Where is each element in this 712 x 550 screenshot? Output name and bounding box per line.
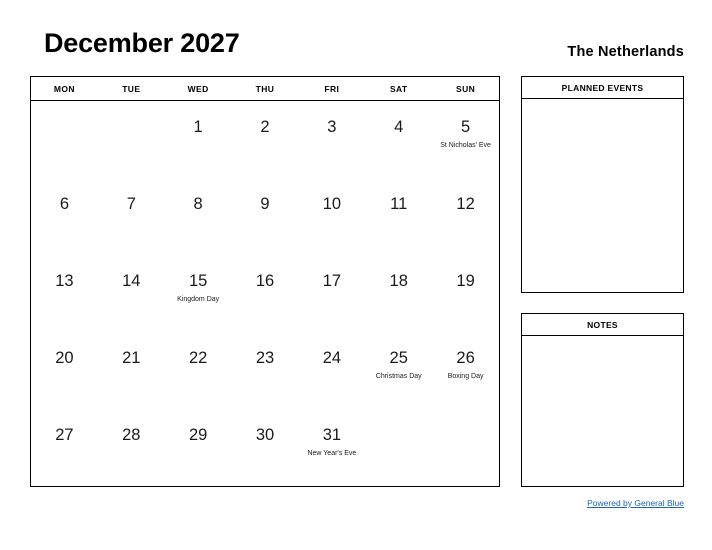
day-number: 15 xyxy=(188,272,208,290)
day-number: 10 xyxy=(322,195,342,213)
day-number: 22 xyxy=(188,349,208,367)
day-number: 23 xyxy=(255,349,275,367)
day-cell-30[interactable]: 30 xyxy=(232,409,299,486)
week-row: 20 21 22 23 24 25 Christmas Day 26 Boxing Day xyxy=(31,332,499,409)
day-number: 4 xyxy=(394,118,404,136)
day-cell-26[interactable]: 26 Boxing Day xyxy=(432,332,499,409)
day-cell-empty xyxy=(432,409,499,486)
day-cell-empty xyxy=(31,101,98,178)
day-number: 5 xyxy=(460,118,471,136)
day-cell-7[interactable]: 7 xyxy=(98,178,165,255)
day-number: 7 xyxy=(126,195,136,213)
day-number: 16 xyxy=(255,272,275,290)
day-cell-empty xyxy=(365,409,432,486)
weekday-header-tue: TUE xyxy=(122,83,141,94)
day-number: 17 xyxy=(322,272,342,290)
day-cell-18[interactable]: 18 xyxy=(365,255,432,332)
planned-events-body[interactable] xyxy=(522,99,683,292)
day-cell-14[interactable]: 14 xyxy=(98,255,165,332)
day-number: 8 xyxy=(193,195,203,213)
day-number: 30 xyxy=(255,426,275,444)
day-cell-2[interactable]: 2 xyxy=(232,101,299,178)
day-cell-17[interactable]: 17 xyxy=(298,255,365,332)
day-cell-23[interactable]: 23 xyxy=(232,332,299,409)
day-number: 28 xyxy=(122,426,141,444)
day-cell-31[interactable]: 31 New Year's Eve xyxy=(298,409,365,486)
day-number: 14 xyxy=(122,272,141,290)
day-number: 18 xyxy=(389,272,408,290)
day-cell-12[interactable]: 12 xyxy=(432,178,499,255)
day-cell-16[interactable]: 16 xyxy=(232,255,299,332)
day-cell-4[interactable]: 4 xyxy=(365,101,432,178)
day-cell-empty xyxy=(98,101,165,178)
day-cell-22[interactable]: 22 xyxy=(165,332,232,409)
weekday-header-thu: THU xyxy=(255,83,275,94)
day-event-label: Boxing Day xyxy=(447,372,484,380)
day-event-label: Christmas Day xyxy=(375,372,422,380)
day-cell-20[interactable]: 20 xyxy=(31,332,98,409)
weekday-header-wed: WED xyxy=(187,83,209,94)
week-row: 6 7 8 9 10 11 12 xyxy=(31,178,499,255)
notes-title: NOTES xyxy=(522,314,683,336)
powered-by-link[interactable]: Powered by General Blue xyxy=(587,498,684,508)
day-number: 1 xyxy=(193,118,203,136)
planned-events-title: PLANNED EVENTS xyxy=(522,77,683,99)
week-row: 1 2 3 4 5 St Nicholas' Eve xyxy=(31,101,499,178)
day-number: 9 xyxy=(260,195,270,213)
day-number: 3 xyxy=(327,118,337,136)
weekday-header-mon: MON xyxy=(53,83,75,94)
calendar-grid: MON TUE WED THU FRI SAT SUN 1 2 3 4 5 St Nicholas' … xyxy=(30,76,500,487)
weekday-header-sat: SAT xyxy=(389,83,408,94)
day-number: 12 xyxy=(456,195,475,213)
day-number: 24 xyxy=(322,349,342,367)
day-number: 6 xyxy=(59,195,70,213)
day-number: 29 xyxy=(188,426,208,444)
day-number: 26 xyxy=(456,349,475,367)
day-cell-10[interactable]: 10 xyxy=(298,178,365,255)
week-row: 13 14 15 Kingdom Day 16 17 18 19 xyxy=(31,255,499,332)
day-cell-27[interactable]: 27 xyxy=(31,409,98,486)
day-cell-6[interactable]: 6 xyxy=(31,178,98,255)
day-cell-24[interactable]: 24 xyxy=(298,332,365,409)
day-cell-29[interactable]: 29 xyxy=(165,409,232,486)
day-event-label: St Nicholas' Eve xyxy=(440,141,491,149)
day-cell-1[interactable]: 1 xyxy=(165,101,232,178)
day-cell-19[interactable]: 19 xyxy=(432,255,499,332)
day-number: 2 xyxy=(260,118,270,136)
country-title: The Netherlands xyxy=(567,44,684,60)
day-number: 27 xyxy=(55,426,74,444)
weekday-header-fri: FRI xyxy=(324,83,340,94)
day-number: 25 xyxy=(389,349,408,367)
day-number: 31 xyxy=(322,426,342,444)
day-cell-13[interactable]: 13 xyxy=(31,255,98,332)
weekday-header-sun: SUN xyxy=(456,83,476,94)
notes-panel: NOTES xyxy=(521,313,684,487)
day-cell-21[interactable]: 21 xyxy=(98,332,165,409)
day-number: 11 xyxy=(390,195,408,213)
day-event-label: New Year's Eve xyxy=(307,449,357,457)
day-cell-3[interactable]: 3 xyxy=(298,101,365,178)
day-cell-8[interactable]: 8 xyxy=(165,178,232,255)
day-cell-28[interactable]: 28 xyxy=(98,409,165,486)
day-number: 20 xyxy=(55,349,74,367)
week-row: 27 28 29 30 31 New Year's Eve xyxy=(31,409,499,486)
day-cell-5[interactable]: 5 St Nicholas' Eve xyxy=(432,101,499,178)
day-number: 21 xyxy=(122,349,141,367)
day-event-label: Kingdom Day xyxy=(177,295,220,303)
day-cell-11[interactable]: 11 xyxy=(365,178,432,255)
day-cell-9[interactable]: 9 xyxy=(232,178,299,255)
notes-body[interactable] xyxy=(522,336,683,486)
planned-events-panel: PLANNED EVENTS xyxy=(521,76,684,293)
page-title: December 2027 xyxy=(44,28,240,58)
weekday-header-row: MON TUE WED THU FRI SAT SUN xyxy=(31,77,499,101)
day-cell-25[interactable]: 25 Christmas Day xyxy=(365,332,432,409)
calendar-weeks: 1 2 3 4 5 St Nicholas' Eve 6 7 8 9 10 11 12 13 14 15 Kin… xyxy=(31,101,499,486)
day-number: 13 xyxy=(55,272,74,290)
day-number: 19 xyxy=(456,272,475,290)
day-cell-15[interactable]: 15 Kingdom Day xyxy=(165,255,232,332)
